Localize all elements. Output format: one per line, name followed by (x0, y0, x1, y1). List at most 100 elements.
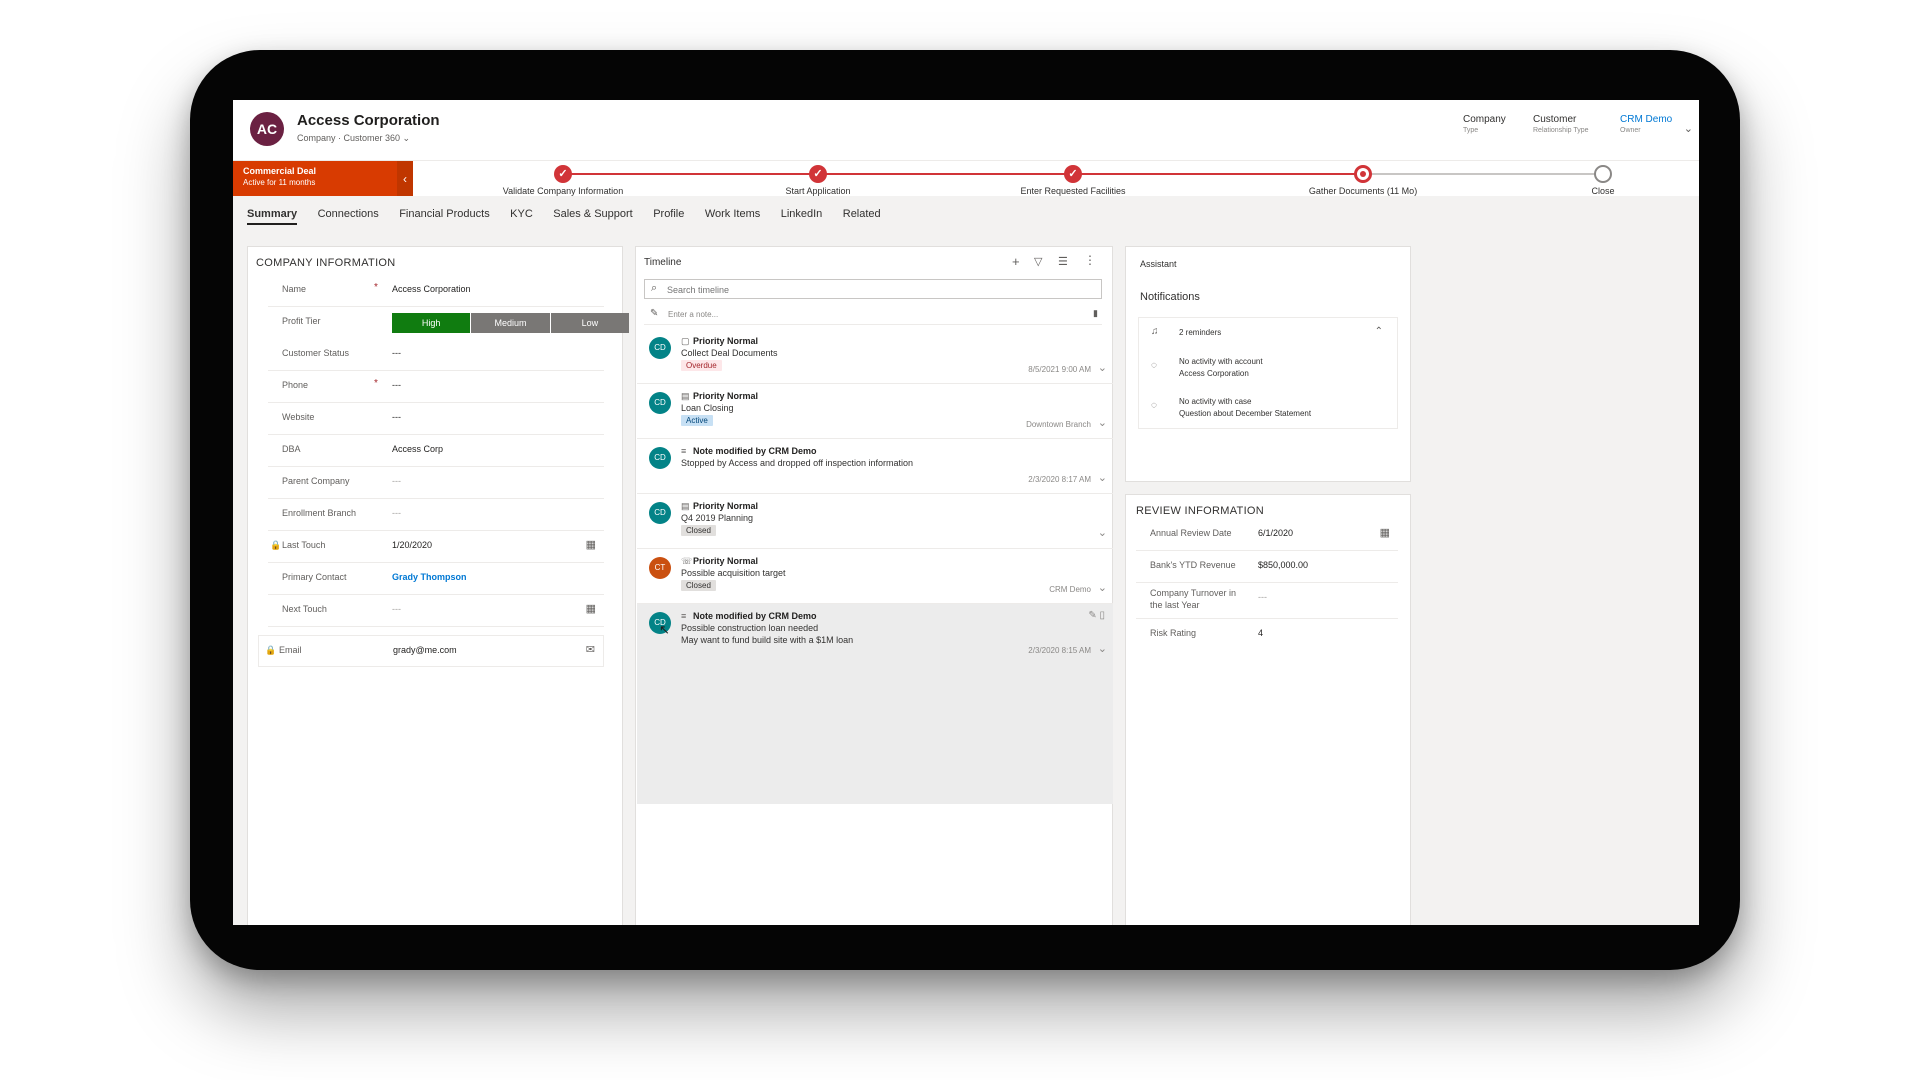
form-selector[interactable]: Company · Customer 360 ⌄ (297, 133, 410, 144)
field-email[interactable]: 🔒 Email grady@me.com ✉ (258, 635, 604, 667)
timeline-section: Timeline + ▽ ☰ ⋮ ⌕ ✎ Enter a note... ▮ C… (635, 246, 1113, 925)
section-title: REVIEW INFORMATION (1136, 505, 1265, 517)
timeline-item[interactable]: CD ▢ Priority Normal Collect Deal Docume… (637, 329, 1113, 384)
calendar-icon[interactable]: ▦ (586, 538, 596, 551)
avatar: CD (649, 447, 671, 469)
timeline-item-selected[interactable]: CD ≡ Note modified by CRM Demo Possible … (637, 604, 1113, 804)
tab-kyc[interactable]: KYC (510, 208, 533, 223)
timeline-item[interactable]: CD ▤ Priority Normal Loan Closing Active… (637, 384, 1113, 439)
field-ytd-revenue[interactable]: Bank's YTD Revenue $850,000.00 (1136, 551, 1398, 583)
tablet-frame: AC Access Corporation Company · Customer… (190, 50, 1740, 970)
stage-close[interactable]: Close (1503, 165, 1699, 196)
field-website[interactable]: Website --- (268, 403, 604, 435)
tab-work-items[interactable]: Work Items (705, 208, 760, 223)
task-icon: ▢ (681, 336, 690, 346)
collapse-arrow-icon[interactable]: ‹ (397, 161, 413, 197)
mail-icon[interactable]: ✉ (586, 643, 595, 656)
lock-icon: 🔒 (265, 645, 277, 655)
lock-icon: 🔒 (270, 540, 282, 550)
field-customer-status[interactable]: Customer Status --- (268, 339, 604, 371)
note-entry[interactable]: ✎ Enter a note... ▮ (644, 305, 1102, 325)
tier-high-option[interactable]: High (392, 313, 471, 333)
company-information-section: COMPANY INFORMATION Name * Access Corpora… (247, 246, 629, 925)
notification-icon: ◌ (1151, 360, 1157, 371)
reminder-group-header[interactable]: ♫ 2 reminders ⌃ (1139, 326, 1397, 346)
add-icon[interactable]: + (1012, 254, 1020, 269)
header-expand-chevron-icon[interactable]: ⌄ (1684, 122, 1693, 135)
assistant-section: Assistant Notifications ♫ 2 reminders ⌃ … (1125, 246, 1411, 482)
field-enrollment-branch[interactable]: Enrollment Branch --- (268, 499, 604, 531)
appointment-icon: ▤ (681, 391, 690, 401)
tab-profile[interactable]: Profile (653, 208, 684, 223)
header-field-owner[interactable]: CRM Demo Owner (1620, 114, 1672, 134)
chevron-down-icon[interactable]: ⌄ (1098, 526, 1107, 539)
header-field-relationship: Customer Relationship Type (1533, 114, 1589, 134)
stage-start-application[interactable]: ✓ Start Application (718, 165, 918, 196)
appointment-icon: ▤ (681, 501, 690, 511)
tab-summary[interactable]: Summary (247, 208, 298, 225)
list-icon[interactable]: ☰ (1058, 255, 1068, 268)
tab-sales-support[interactable]: Sales & Support (553, 208, 633, 223)
field-primary-contact[interactable]: Primary Contact Grady Thompson (268, 563, 604, 595)
edit-icon[interactable]: ✎ ▯ (1088, 610, 1105, 621)
chevron-down-icon[interactable]: ⌄ (1098, 471, 1107, 484)
business-process-flow: Commercial Deal Active for 11 months ‹ ✓… (233, 160, 1699, 197)
notifications-title: Notifications (1140, 291, 1200, 303)
avatar: CD (649, 337, 671, 359)
calendar-icon[interactable]: ▦ (586, 602, 596, 615)
section-title: COMPANY INFORMATION (256, 257, 396, 269)
field-annual-review-date[interactable]: Annual Review Date 6/1/2020 ▦ (1136, 519, 1398, 551)
tab-connections[interactable]: Connections (318, 208, 379, 223)
notifications-list: ♫ 2 reminders ⌃ ◌ No activity with accou… (1138, 317, 1398, 429)
chevron-down-icon[interactable]: ⌄ (1098, 416, 1107, 429)
search-icon: ⌕ (651, 282, 658, 294)
phone-call-icon: ☏ (681, 556, 693, 566)
note-icon: ≡ (681, 611, 687, 621)
pencil-icon: ✎ (650, 308, 659, 319)
notification-item[interactable]: ◌ No activity with account Access Corpora… (1139, 356, 1397, 386)
timeline-item[interactable]: CT ☏ Priority Normal Possible acquisitio… (637, 549, 1113, 604)
tier-medium-option[interactable]: Medium (471, 313, 550, 333)
chevron-up-icon[interactable]: ⌃ (1375, 326, 1383, 337)
field-last-touch[interactable]: 🔒 Last Touch 1/20/2020 ▦ (268, 531, 604, 563)
field-dba[interactable]: DBA Access Corp (268, 435, 604, 467)
calendar-icon[interactable]: ▦ (1380, 526, 1390, 539)
field-risk-rating[interactable]: Risk Rating 4 (1136, 619, 1398, 651)
field-name[interactable]: Name * Access Corporation (268, 275, 604, 307)
status-badge: Active (681, 415, 713, 426)
tier-low-option[interactable]: Low (550, 313, 629, 333)
tab-linkedin[interactable]: LinkedIn (781, 208, 823, 223)
field-next-touch[interactable]: Next Touch --- ▦ (268, 595, 604, 627)
tab-related[interactable]: Related (843, 208, 881, 223)
status-badge: Closed (681, 525, 716, 536)
avatar: CD (649, 502, 671, 524)
avatar: CD (649, 392, 671, 414)
attachment-icon[interactable]: ▮ (1093, 308, 1098, 319)
stage-gather-documents[interactable]: Gather Documents (11 Mo) (1263, 165, 1463, 196)
header-field-type: Company Type (1463, 114, 1506, 134)
mouse-cursor-icon: ↖ (659, 622, 670, 637)
active-process-box[interactable]: Commercial Deal Active for 11 months ‹ (233, 161, 413, 197)
notification-item[interactable]: ◌ No activity with case Question about De… (1139, 396, 1397, 426)
form-tabs: Summary Connections Financial Products K… (233, 196, 1699, 234)
tab-financial-products[interactable]: Financial Products (399, 208, 490, 223)
primary-contact-link[interactable]: Grady Thompson (392, 572, 467, 582)
filter-icon[interactable]: ▽ (1034, 255, 1042, 268)
timeline-item[interactable]: CD ≡ Note modified by CRM Demo Stopped b… (637, 439, 1113, 494)
stage-validate-company[interactable]: ✓ Validate Company Information (463, 165, 663, 196)
more-icon[interactable]: ⋮ (1084, 253, 1096, 267)
timeline-item[interactable]: CD ▤ Priority Normal Q4 2019 Planning Cl… (637, 494, 1113, 549)
chevron-down-icon[interactable]: ⌄ (1098, 581, 1107, 594)
field-parent-company[interactable]: Parent Company --- (268, 467, 604, 499)
stage-enter-facilities[interactable]: ✓ Enter Requested Facilities (973, 165, 1173, 196)
field-phone[interactable]: Phone * --- (268, 371, 604, 403)
check-icon: ✓ (554, 165, 572, 183)
timeline-search[interactable]: ⌕ (644, 279, 1102, 299)
chevron-down-icon[interactable]: ⌄ (1098, 642, 1107, 655)
progress-line-complete (563, 173, 1363, 175)
timeline-search-input[interactable] (667, 285, 1087, 295)
chevron-down-icon[interactable]: ⌄ (1098, 361, 1107, 374)
status-badge: Closed (681, 580, 716, 591)
profit-tier-toggle: High Medium Low (392, 313, 630, 333)
field-company-turnover[interactable]: Company Turnover in the last Year --- (1136, 583, 1398, 619)
